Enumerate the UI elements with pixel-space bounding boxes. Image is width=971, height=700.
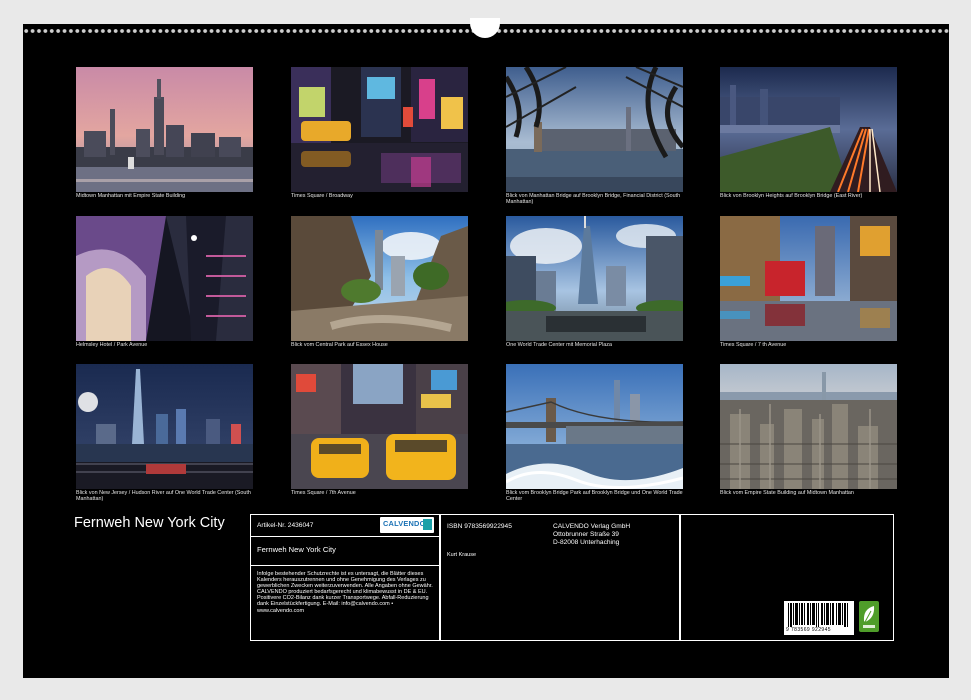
photo-central-park-essex <box>291 216 468 341</box>
photo-new-jersey-view <box>76 364 253 489</box>
legal-notice: Infolge bestehender Schutzrechte ist es … <box>257 571 433 614</box>
photo-times-square-7th <box>720 216 897 341</box>
logo-text: CALVENDO <box>383 519 426 528</box>
photo-caption: Blick von Brooklyn Heights auf Brooklyn … <box>720 193 863 199</box>
article-number: Artikel-Nr. 2436047 <box>257 522 314 529</box>
photo-one-world-trade <box>506 216 683 341</box>
photo-caption: Blick vom Empire State Building auf Midt… <box>720 490 854 496</box>
divider <box>679 515 681 640</box>
publisher-street: Ottobrunner Straße 39 <box>553 531 619 538</box>
hanger-notch <box>470 18 500 38</box>
divider <box>251 565 439 567</box>
photo-brooklyn-heights <box>720 67 897 192</box>
calvendo-logo: CALVENDO <box>380 517 434 533</box>
barcode-digits: 9 783569 922945 <box>786 627 831 633</box>
isbn: ISBN 9783569922945 <box>447 523 512 530</box>
logo-mark-icon <box>423 519 432 530</box>
photo-times-square-broadway <box>291 67 468 192</box>
photo-manhattan-bridge-view <box>506 67 683 192</box>
divider <box>439 515 441 640</box>
photo-midtown-empire-state <box>76 67 253 192</box>
photo-caption: Times Square / Broadway <box>291 193 353 199</box>
publisher-name: CALVENDO Verlag GmbH <box>553 523 631 530</box>
photo-caption: One World Trade Center mit Memorial Plaz… <box>506 342 612 348</box>
photo-caption: Helmsley Hotel / Park Avenue <box>76 342 148 348</box>
photo-times-square-taxis <box>291 364 468 489</box>
publisher-city: D-82008 Unterhaching <box>553 539 620 546</box>
publisher-info-box: Artikel-Nr. 2436047 CALVENDO Fernweh New… <box>250 514 894 641</box>
calendar-title: Fernweh New York City <box>74 515 225 531</box>
divider <box>251 536 439 538</box>
photo-caption: Times Square / 7th Avenue <box>291 490 356 496</box>
calendar-back-page: Midtown Manhattan mit Empire State Build… <box>23 18 949 678</box>
photo-caption: Times Square / 7 th Avenue <box>720 342 787 348</box>
photo-empire-state-view <box>720 364 897 489</box>
photo-caption: Midtown Manhattan mit Empire State Build… <box>76 193 186 199</box>
isbn-barcode: 9 783569 922945 <box>784 601 854 635</box>
photo-caption: Blick von Manhattan Bridge auf Brooklyn … <box>506 193 681 206</box>
eco-leaf-icon <box>859 601 879 632</box>
photo-helmsley-hotel <box>76 216 253 341</box>
photo-caption: Blick vom Brooklyn Bridge Park auf Brook… <box>506 490 683 503</box>
calendar-name: Fernweh New York City <box>257 545 336 554</box>
author-name: Kurt Krause <box>447 552 477 558</box>
photo-caption: Blick von New Jersey / Hudson River auf … <box>76 490 251 503</box>
photo-brooklyn-bridge-park <box>506 364 683 489</box>
photo-caption: Blick vom Central Park auf Essex House <box>291 342 388 348</box>
